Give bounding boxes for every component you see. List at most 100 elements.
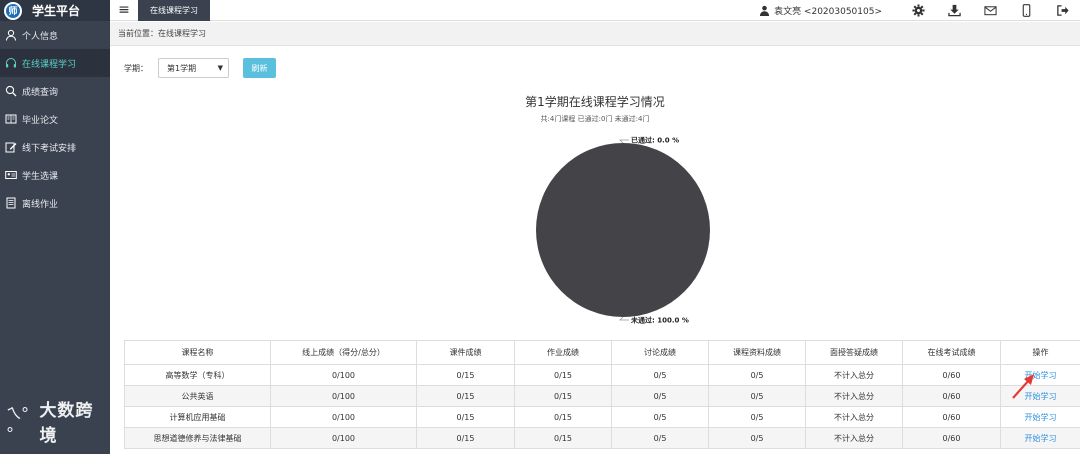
table-cell: 0/100	[270, 427, 417, 449]
column-header: 课程名称	[124, 340, 271, 365]
term-select-value: 第1学期	[167, 63, 197, 73]
breadcrumb-current: 在线课程学习	[158, 29, 206, 38]
sidebar-item-label: 离线作业	[22, 199, 59, 210]
sidebar-item-label: 线下考试安排	[22, 143, 77, 154]
table-cell: 0/5	[611, 406, 709, 428]
topbar: ≡ 在线课程学习 袁文亮 <20203050105>	[110, 0, 1080, 21]
sidebar-item-label: 毕业论文	[22, 115, 59, 126]
user-icon	[5, 29, 17, 41]
table-cell: 0/5	[708, 385, 806, 407]
table-cell: 0/60	[902, 427, 1001, 449]
table-cell: 计算机应用基础	[124, 406, 271, 428]
table-cell: 0/100	[270, 406, 417, 428]
table-cell: 0/60	[902, 385, 1001, 407]
edit-icon	[5, 141, 17, 153]
table-cell: 开始学习	[1000, 406, 1080, 428]
sidebar: 师 学生平台 个人信息 在线课程学习 成绩查询 毕业论文 线下考试安排 学生选课…	[0, 0, 110, 454]
table-cell: 0/60	[902, 406, 1001, 428]
tab-online-courses[interactable]: 在线课程学习	[138, 0, 210, 21]
table-cell: 0/5	[611, 364, 709, 386]
id-card-icon	[5, 169, 17, 181]
watermark: ㄟ°° 大数跨境	[6, 396, 110, 446]
pie-leader-line-0	[619, 139, 629, 144]
sidebar-item-label: 成绩查询	[22, 87, 59, 98]
pie-chart: 已通过: 0.0 % 未通过: 100.0 %	[536, 136, 710, 325]
headphones-icon	[5, 57, 17, 69]
table-cell: 0/5	[611, 385, 709, 407]
column-header: 课件成绩	[416, 340, 515, 365]
table-cell: 不计入总分	[805, 364, 903, 386]
table-cell: 0/15	[514, 406, 612, 428]
table-cell: 公共英语	[124, 385, 271, 407]
term-filter: 学期： 第1学期 ▼ 刷新	[124, 58, 276, 78]
table-row: 计算机应用基础 0/100 0/15 0/15 0/5 0/5 不计入总分 0/…	[124, 406, 1080, 428]
pie-leader-line-1	[619, 316, 629, 321]
table-cell: 0/15	[416, 427, 515, 449]
sidebar-item-course-selection[interactable]: 学生选课	[0, 161, 110, 189]
pie-label-0: 已通过: 0.0 %	[631, 136, 679, 145]
gear-icon[interactable]	[900, 0, 936, 21]
mobile-icon[interactable]	[1008, 0, 1044, 21]
app-logo-icon: 师	[4, 1, 22, 20]
table-cell: 0/5	[708, 364, 806, 386]
column-header: 课程资料成绩	[708, 340, 806, 365]
menu-toggle-icon[interactable]: ≡	[110, 0, 138, 21]
table-cell: 0/5	[708, 406, 806, 428]
chevron-down-icon: ▼	[217, 64, 223, 72]
table-cell: 不计入总分	[805, 406, 903, 428]
breadcrumb-prefix: 当前位置：	[118, 29, 158, 38]
term-select[interactable]: 第1学期 ▼	[158, 58, 229, 78]
chart-subtitle: 共:4门课程 已通过:0门 未通过:4门	[540, 115, 650, 123]
watermark-logo-icon: ㄟ°°	[6, 403, 29, 443]
sidebar-item-profile[interactable]: 个人信息	[0, 21, 110, 49]
column-header: 操作	[1000, 340, 1080, 365]
sidebar-item-thesis[interactable]: 毕业论文	[0, 105, 110, 133]
sidebar-item-grades[interactable]: 成绩查询	[0, 77, 110, 105]
table-cell: 0/5	[708, 427, 806, 449]
term-label: 学期：	[124, 63, 148, 73]
column-header: 在线考试成绩	[902, 340, 1001, 365]
table-cell: 0/15	[416, 385, 515, 407]
download-icon[interactable]	[936, 0, 972, 21]
mail-icon[interactable]	[972, 0, 1008, 21]
start-learning-link[interactable]: 开始学习	[1025, 434, 1057, 443]
table-cell: 0/100	[270, 364, 417, 386]
user-silhouette-icon	[759, 5, 770, 16]
table-cell: 0/15	[514, 385, 612, 407]
table-cell: 0/100	[270, 385, 417, 407]
table-cell: 0/60	[902, 364, 1001, 386]
table-cell: 高等数学（专科）	[124, 364, 271, 386]
annotation-arrow-icon	[1012, 374, 1034, 399]
sidebar-item-label: 个人信息	[22, 31, 59, 42]
sidebar-item-offline-homework[interactable]: 离线作业	[0, 189, 110, 217]
user-menu[interactable]: 袁文亮 <20203050105>	[759, 4, 882, 17]
table-header-row: 课程名称 线上成绩（得分/总分） 课件成绩 作业成绩 讨论成绩 课程资料成绩 面…	[124, 340, 1080, 365]
document-icon	[5, 197, 17, 209]
search-icon	[5, 85, 17, 97]
user-name: 袁文亮 <20203050105>	[774, 7, 882, 17]
table-row: 高等数学（专科） 0/100 0/15 0/15 0/5 0/5 不计入总分 0…	[124, 364, 1080, 386]
app-logo-letter: 师	[6, 3, 20, 18]
column-header: 作业成绩	[514, 340, 612, 365]
pie-slice-1[interactable]	[536, 143, 710, 317]
breadcrumb: 当前位置： 在线课程学习	[110, 22, 1080, 46]
table-cell: 0/15	[416, 406, 515, 428]
column-header: 面授答疑成绩	[805, 340, 903, 365]
table-cell: 0/15	[514, 364, 612, 386]
start-learning-link[interactable]: 开始学习	[1025, 413, 1057, 422]
sidebar-item-exams[interactable]: 线下考试安排	[0, 133, 110, 161]
table-row: 公共英语 0/100 0/15 0/15 0/5 0/5 不计入总分 0/60 …	[124, 385, 1080, 407]
refresh-button[interactable]: 刷新	[243, 58, 276, 78]
table-cell: 思想道德修养与法律基础	[124, 427, 271, 449]
column-header: 讨论成绩	[611, 340, 709, 365]
table-cell: 开始学习	[1000, 427, 1080, 449]
table-cell: 0/15	[416, 364, 515, 386]
column-header: 线上成绩（得分/总分）	[270, 340, 417, 365]
book-icon	[5, 113, 17, 125]
watermark-text: 大数跨境	[39, 401, 94, 446]
table-cell: 不计入总分	[805, 385, 903, 407]
logout-icon[interactable]	[1044, 0, 1080, 21]
brand: 师 学生平台	[0, 0, 110, 21]
sidebar-item-label: 学生选课	[22, 171, 59, 182]
sidebar-item-online-courses[interactable]: 在线课程学习	[0, 49, 110, 77]
